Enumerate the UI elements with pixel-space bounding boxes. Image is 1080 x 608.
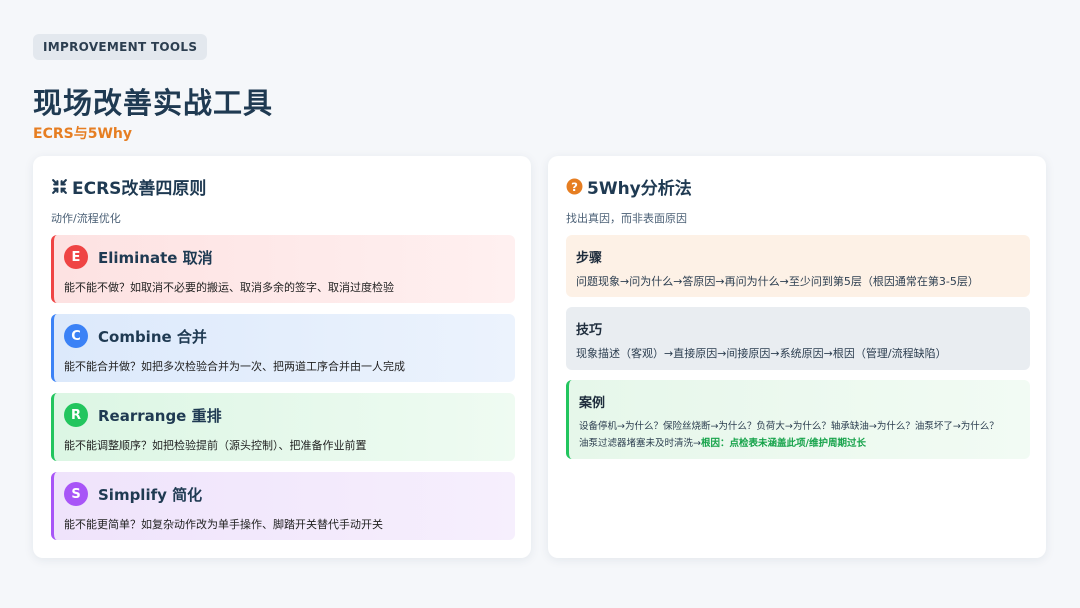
svg-text:?: ? bbox=[571, 180, 578, 194]
ecrs-title: ECRS改善四原则 bbox=[72, 179, 207, 199]
5why-card: ? 5Why分析法 找出真因，而非表面原因 步骤 问题现象→问为什么→答原因→再… bbox=[548, 156, 1046, 558]
principle-rearrange: R Rearrange 重排 能不能调整顺序？如把检验提前（源头控制）、把准备作… bbox=[51, 393, 515, 461]
principle-badge: R bbox=[64, 403, 88, 427]
principle-simplify: S Simplify 简化 能不能更简单？如复杂动作改为单手操作、脚踏开关替代手… bbox=[51, 472, 515, 540]
tips-box: 技巧 现象描述（客观）→直接原因→间接原因→系统原因→根因（管理/流程缺陷） bbox=[566, 307, 1030, 370]
ecrs-card-header: ECRS改善四原则 bbox=[51, 174, 206, 199]
steps-text: 问题现象→问为什么→答原因→再问为什么→至少问到第5层（根因通常在第3-5层） bbox=[576, 275, 979, 288]
steps-title: 步骤 bbox=[576, 251, 603, 266]
principle-desc: 能不能更简单？如复杂动作改为单手操作、脚踏开关替代手动开关 bbox=[64, 518, 383, 531]
principle-name: Combine 合并 bbox=[98, 327, 207, 346]
case-line-2: 油泵过滤器堵塞未及时清洗→根因：点检表未涵盖此项/维护周期过长 bbox=[579, 435, 1025, 452]
page-title: 现场改善实战工具 bbox=[33, 86, 274, 120]
question-circle-icon: ? bbox=[566, 178, 583, 195]
case-line-2-prefix: 油泵过滤器堵塞未及时清洗→ bbox=[579, 438, 701, 449]
steps-box: 步骤 问题现象→问为什么→答原因→再问为什么→至少问到第5层（根因通常在第3-5… bbox=[566, 235, 1030, 297]
principle-desc: 能不能调整顺序？如把检验提前（源头控制）、把准备作业前置 bbox=[64, 439, 367, 452]
principle-badge: S bbox=[64, 482, 88, 506]
5why-card-header: ? 5Why分析法 bbox=[566, 174, 692, 199]
principle-desc: 能不能合并做？如把多次检验合并为一次、把两道工序合并由一人完成 bbox=[64, 360, 405, 373]
tips-title: 技巧 bbox=[576, 323, 603, 338]
root-cause: 根因：点检表未涵盖此项/维护周期过长 bbox=[700, 438, 866, 449]
ecrs-subtitle: 动作/流程优化 bbox=[51, 212, 121, 225]
principle-name: Eliminate 取消 bbox=[98, 248, 213, 267]
principle-combine: C Combine 合并 能不能合并做？如把多次检验合并为一次、把两道工序合并由… bbox=[51, 314, 515, 382]
compress-arrows-icon bbox=[51, 178, 68, 195]
principle-badge: E bbox=[64, 245, 88, 269]
principle-eliminate: E Eliminate 取消 能不能不做？如取消不必要的搬运、取消多余的签字、取… bbox=[51, 235, 515, 303]
5why-subtitle: 找出真因，而非表面原因 bbox=[566, 212, 687, 225]
case-box: 案例 设备停机→为什么？保险丝烧断→为什么？负荷大→为什么？轴承缺油→为什么？油… bbox=[566, 380, 1030, 459]
principle-desc: 能不能不做？如取消不必要的搬运、取消多余的签字、取消过度检验 bbox=[64, 281, 394, 294]
principle-name: Simplify 简化 bbox=[98, 485, 203, 504]
principle-badge: C bbox=[64, 324, 88, 348]
case-line-1: 设备停机→为什么？保险丝烧断→为什么？负荷大→为什么？轴承缺油→为什么？油泵坏了… bbox=[579, 421, 999, 432]
section-tag: IMPROVEMENT TOOLS bbox=[33, 34, 208, 60]
5why-title: 5Why分析法 bbox=[587, 179, 692, 199]
page-subtitle: ECRS与5Why bbox=[33, 126, 132, 142]
tips-text: 现象描述（客观）→直接原因→间接原因→系统原因→根因（管理/流程缺陷） bbox=[576, 347, 947, 360]
case-title: 案例 bbox=[579, 396, 606, 411]
case-text: 设备停机→为什么？保险丝烧断→为什么？负荷大→为什么？轴承缺油→为什么？油泵坏了… bbox=[579, 418, 1025, 452]
ecrs-card: ECRS改善四原则 动作/流程优化 E Eliminate 取消 能不能不做？如… bbox=[33, 156, 531, 558]
principle-name: Rearrange 重排 bbox=[98, 406, 222, 425]
